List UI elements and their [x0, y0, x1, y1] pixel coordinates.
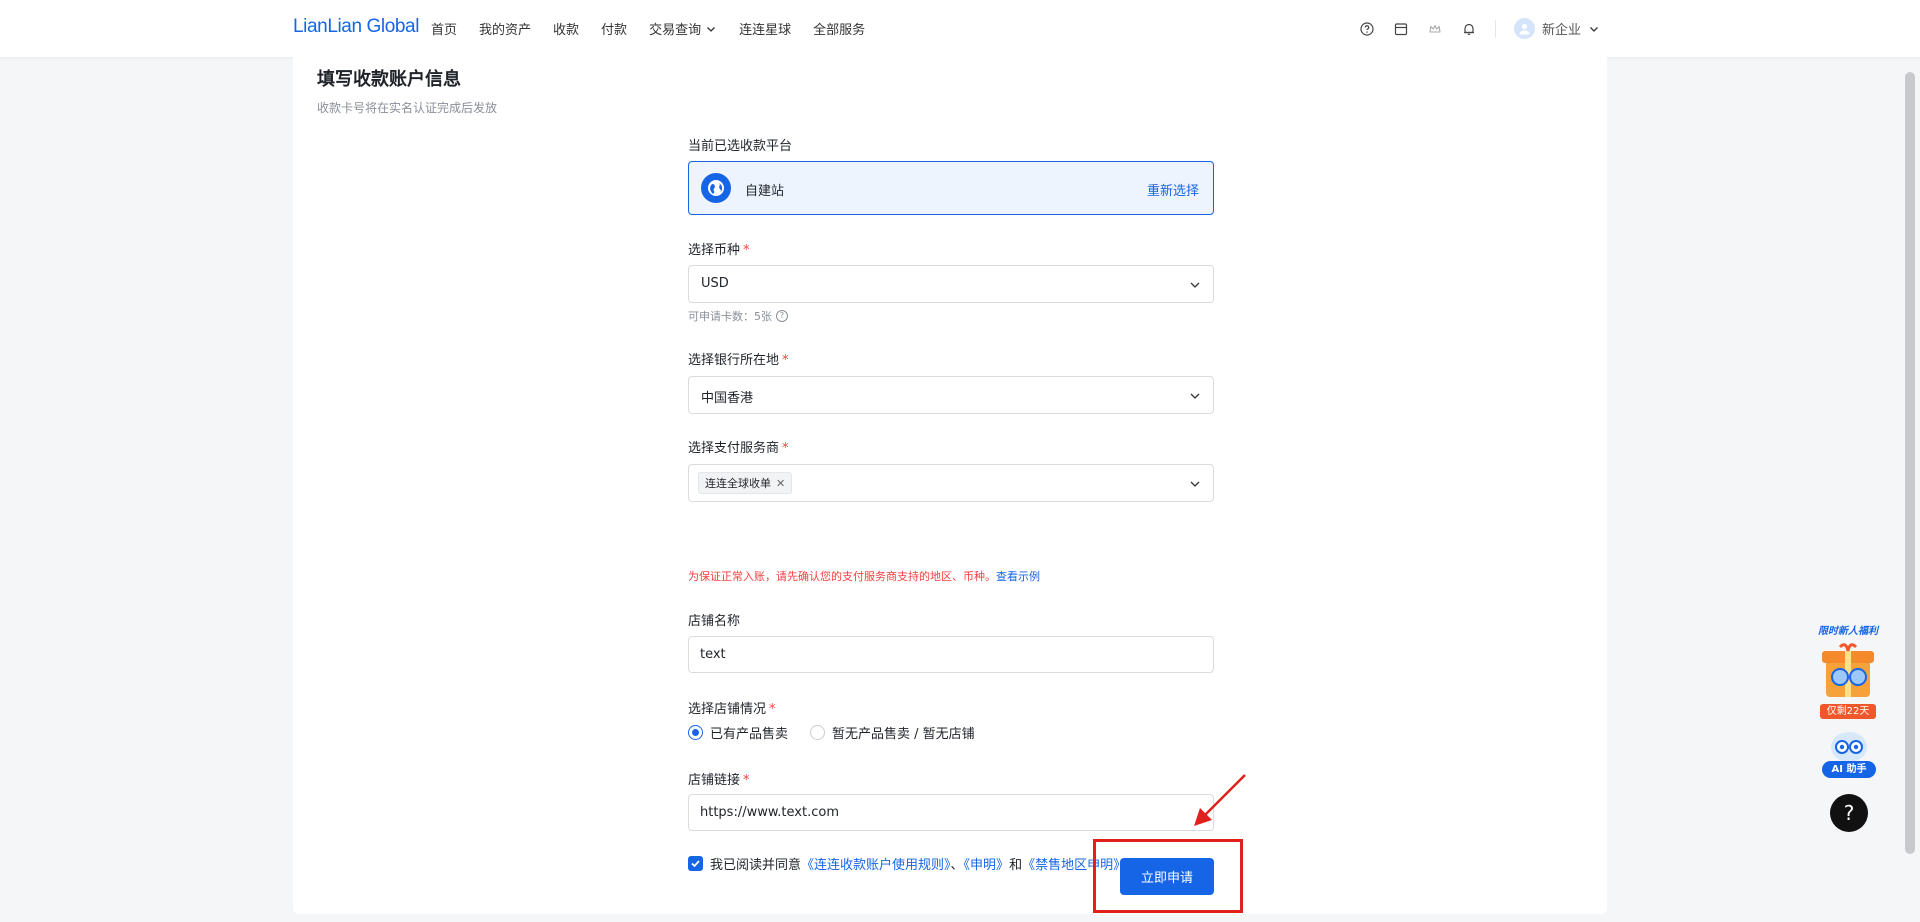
nav-receive[interactable]: 收款 — [553, 19, 579, 38]
required-mark: * — [769, 702, 776, 717]
currency-label: 选择币种 * — [688, 239, 750, 258]
avatar — [1513, 18, 1535, 39]
user-menu[interactable]: 新企业 — [1513, 18, 1600, 39]
nav-home[interactable]: 首页 — [431, 19, 457, 38]
radio-checked-icon — [688, 725, 703, 740]
store-status-label: 选择店铺情况 * — [688, 698, 776, 717]
chevron-down-icon — [1190, 282, 1200, 288]
store-link-label: 店铺链接 * — [688, 769, 750, 788]
close-icon[interactable]: ✕ — [776, 477, 785, 490]
agreement-and: 和 — [1009, 858, 1023, 873]
nav-transaction-query-label: 交易查询 — [649, 23, 702, 38]
provider-tag-label: 连连全球收单 — [705, 477, 771, 490]
ai-assistant-label[interactable]: AI 助手 — [1822, 761, 1876, 778]
store-link-input[interactable]: https://www.text.com — [688, 794, 1214, 831]
store-name-input[interactable]: text — [688, 636, 1214, 673]
bank-region-value: 中国香港 — [701, 391, 754, 406]
promo-title: 限时新人福利 — [1818, 626, 1878, 637]
currency-value: USD — [701, 276, 729, 291]
top-nav-bar: LianLian Global 首页 我的资产 收款 付款 交易查询 连连星球 … — [0, 0, 1920, 57]
chevron-down-icon — [1590, 26, 1598, 32]
card-quota-text: 可申请卡数：5张 — [688, 310, 772, 323]
agreement-sep: 、 — [950, 858, 964, 873]
radio-no-products[interactable]: 暂无产品售卖 / 暂无店铺 — [810, 723, 975, 742]
required-mark: * — [782, 353, 789, 368]
calendar-icon[interactable] — [1393, 21, 1409, 37]
help-icon[interactable]: ? — [776, 310, 788, 322]
platform-label: 当前已选收款平台 — [688, 139, 793, 154]
provider-multiselect[interactable]: 连连全球收单 ✕ — [688, 464, 1214, 502]
agreement-row: 我已阅读并同意《连连收款账户使用规则》、《申明》和《禁售地区申明》 — [688, 854, 1126, 873]
page-scrollbar[interactable] — [1905, 72, 1915, 854]
divider — [1494, 19, 1496, 38]
view-example-link[interactable]: 查看示例 — [996, 570, 1040, 583]
radio-no-products-label: 暂无产品售卖 / 暂无店铺 — [832, 727, 975, 742]
statement-link[interactable]: 《申明》 — [964, 858, 1010, 873]
radio-unchecked-icon — [810, 725, 826, 740]
provider-label-text: 选择支付服务商 — [688, 441, 780, 456]
provider-tag: 连连全球收单 ✕ — [698, 472, 793, 494]
provider-warning-text: 为保证正常入账，请先确认您的支付服务商支持的地区、币种。 — [688, 570, 996, 583]
store-status-label-text: 选择店铺情况 — [688, 702, 767, 717]
crown-icon[interactable] — [1427, 21, 1443, 37]
globe-icon — [701, 173, 731, 203]
store-name-label: 店铺名称 — [688, 614, 741, 629]
agreement-prefix: 我已阅读并同意 — [710, 858, 802, 873]
radio-has-products[interactable]: 已有产品售卖 — [688, 723, 788, 742]
top-right-tools: 新企业 — [1359, 0, 1600, 57]
page-subtitle: 收款卡号将在实名认证完成后发放 — [317, 101, 498, 115]
currency-hint: 可申请卡数：5张 ? — [688, 308, 788, 324]
provider-warning: 为保证正常入账，请先确认您的支付服务商支持的地区、币种。查看示例 — [688, 568, 1040, 584]
help-circle-icon[interactable] — [1359, 21, 1375, 37]
bank-region-select[interactable]: 中国香港 — [688, 376, 1214, 414]
nav-transaction-query[interactable]: 交易查询 — [649, 19, 717, 38]
agreement-checkbox[interactable] — [688, 856, 703, 871]
currency-label-text: 选择币种 — [688, 243, 741, 258]
promo-countdown-badge: 仅剩22天 — [1820, 704, 1876, 719]
new-user-promo-widget[interactable]: 限时新人福利 仅剩22天 — [1818, 622, 1878, 719]
help-button[interactable]: ? — [1830, 794, 1868, 832]
provider-label: 选择支付服务商 * — [688, 437, 789, 456]
nav-my-assets[interactable]: 我的资产 — [479, 19, 531, 38]
user-name: 新企业 — [1541, 23, 1581, 38]
store-link-label-text: 店铺链接 — [688, 773, 741, 788]
lianlian-logo[interactable]: LianLian Global — [293, 16, 419, 38]
chevron-down-icon — [1190, 481, 1200, 487]
page-title: 填写收款账户信息 — [317, 69, 461, 90]
selected-platform-box: 自建站 重新选择 — [688, 161, 1214, 215]
platform-name: 自建站 — [745, 184, 785, 199]
currency-select[interactable]: USD — [688, 265, 1214, 303]
required-mark: * — [743, 773, 750, 788]
nav-lianlian-planet[interactable]: 连连星球 — [739, 19, 791, 38]
main-nav: 首页 我的资产 收款 付款 交易查询 连连星球 全部服务 — [431, 0, 865, 57]
radio-has-products-label: 已有产品售卖 — [710, 727, 789, 742]
form-card: 填写收款账户信息 收款卡号将在实名认证完成后发放 当前已选收款平台 自建站 重新… — [293, 57, 1607, 914]
bank-region-label: 选择银行所在地 * — [688, 349, 789, 368]
agreement-text: 我已阅读并同意《连连收款账户使用规则》、《申明》和《禁售地区申明》 — [710, 854, 1126, 873]
gift-icon: 仅剩22天 — [1818, 639, 1878, 719]
required-mark: * — [743, 243, 750, 258]
store-status-radio-group: 已有产品售卖 暂无产品售卖 / 暂无店铺 — [688, 723, 997, 742]
ai-robot-icon — [1831, 732, 1867, 762]
nav-all-services[interactable]: 全部服务 — [813, 19, 865, 38]
chevron-down-icon — [707, 26, 716, 32]
nav-pay[interactable]: 付款 — [601, 19, 627, 38]
required-mark: * — [782, 441, 789, 456]
annotation-arrow-icon — [1194, 774, 1246, 826]
chevron-down-icon — [1190, 393, 1200, 399]
check-icon — [691, 860, 700, 868]
reselect-platform-link[interactable]: 重新选择 — [1147, 180, 1199, 199]
bank-region-label-text: 选择银行所在地 — [688, 353, 780, 368]
annotation-highlight-box — [1093, 839, 1243, 913]
account-rules-link[interactable]: 《连连收款账户使用规则》 — [801, 858, 951, 873]
bell-icon[interactable] — [1461, 21, 1477, 37]
